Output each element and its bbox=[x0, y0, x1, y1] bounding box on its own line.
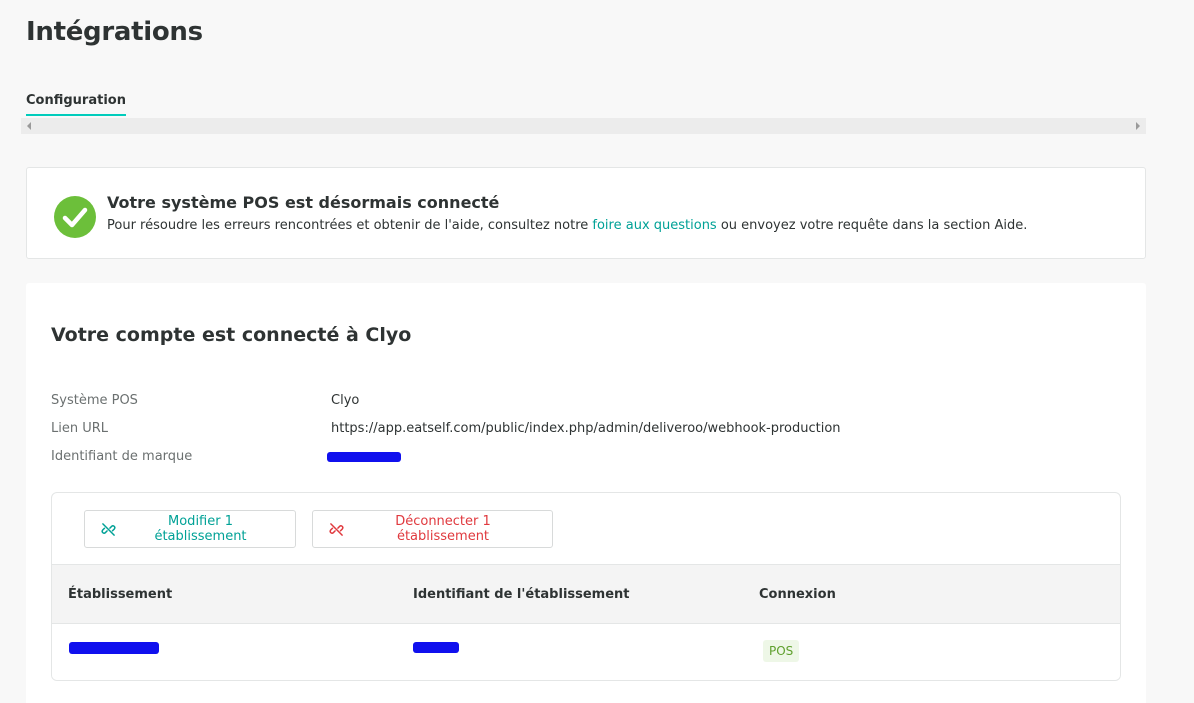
column-header-establishment: Établissement bbox=[68, 587, 173, 602]
tab-configuration[interactable]: Configuration bbox=[26, 93, 126, 116]
url-label: Lien URL bbox=[51, 421, 109, 436]
pos-system-value: Clyo bbox=[331, 393, 360, 408]
connection-success-alert: Votre système POS est désormais connecté… bbox=[26, 167, 1146, 259]
pos-system-label: Système POS bbox=[51, 393, 138, 408]
brand-id-label: Identifiant de marque bbox=[51, 449, 193, 464]
connection-badge: POS bbox=[763, 640, 800, 662]
account-connection-card: Votre compte est connecté à Clyo Système… bbox=[26, 283, 1146, 703]
modify-button-label: Modifier 1 établissement bbox=[154, 514, 247, 544]
disconnect-establishment-button[interactable]: Déconnecter 1 établissement bbox=[312, 510, 553, 548]
faq-link[interactable]: foire aux questions bbox=[592, 218, 716, 233]
alert-message: Pour résoudre les erreurs rencontrées et… bbox=[107, 218, 1027, 233]
unlink-icon bbox=[329, 522, 344, 536]
scroll-right-arrow-icon[interactable] bbox=[1136, 122, 1140, 130]
page-title: Intégrations bbox=[26, 17, 203, 47]
unlink-icon bbox=[101, 522, 116, 536]
url-value: https://app.eatself.com/public/index.php… bbox=[331, 421, 841, 436]
column-header-establishment-id: Identifiant de l'établissement bbox=[413, 587, 630, 602]
table-header: Établissement Identifiant de l'établisse… bbox=[52, 564, 1120, 624]
establishments-panel: Modifier 1 établissement Déconnecter 1 é… bbox=[51, 492, 1121, 681]
brand-id-redaction bbox=[327, 452, 401, 462]
establishment-id-redaction bbox=[413, 642, 459, 653]
check-circle-icon bbox=[54, 196, 96, 238]
alert-text-before: Pour résoudre les erreurs rencontrées et… bbox=[107, 218, 593, 233]
column-header-connection: Connexion bbox=[759, 587, 836, 602]
alert-title: Votre système POS est désormais connecté bbox=[107, 193, 500, 212]
alert-text-after: ou envoyez votre requête dans la section… bbox=[716, 218, 1028, 233]
tab-scrollbar[interactable] bbox=[21, 118, 1146, 134]
table-row[interactable]: POS bbox=[52, 624, 1120, 680]
account-title: Votre compte est connecté à Clyo bbox=[51, 324, 412, 346]
disconnect-button-label: Déconnecter 1 établissement bbox=[395, 514, 491, 544]
establishment-name-redaction bbox=[69, 642, 159, 654]
modify-establishment-button[interactable]: Modifier 1 établissement bbox=[84, 510, 296, 548]
integrations-page: Intégrations Configuration Votre système… bbox=[0, 0, 1194, 703]
scroll-left-arrow-icon[interactable] bbox=[27, 122, 31, 130]
